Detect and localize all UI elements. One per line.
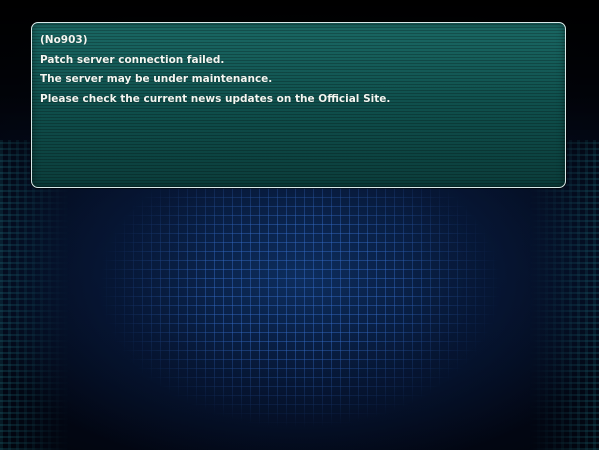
error-line-maintenance: The server may be under maintenance. [40,73,273,85]
error-message-panel: (No903) Patch server connection failed. … [31,22,566,188]
error-line-connection-failed: Patch server connection failed. [40,53,225,66]
background-grid-tunnel [70,150,530,450]
error-code: (No903) [40,34,88,46]
launcher-screen: (No903) Patch server connection failed. … [0,0,599,450]
error-line-check-official-site: Please check the current news updates on… [40,92,391,105]
